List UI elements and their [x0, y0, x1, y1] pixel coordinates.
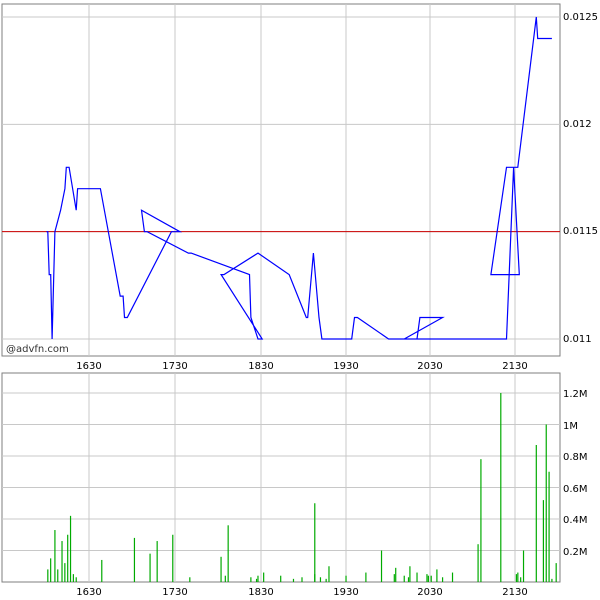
price-y-tick-label: 0.011 [563, 334, 592, 345]
volume-y-tick-label: 0.6M [563, 484, 588, 495]
chart-canvas: @advfn.com 0.0125 0.012 0.0115 0.011 163… [1, 3, 598, 598]
volume-y-tick-label: 1M [563, 421, 578, 432]
volume-x-tick-label: 1930 [333, 587, 358, 598]
volume-panel: 1.2M 1M 0.8M 0.6M 0.4M 0.2M 1630 1730 18… [1, 372, 588, 598]
volume-x-tick-label: 2030 [417, 587, 442, 598]
price-y-tick-label: 0.0125 [563, 12, 598, 23]
price-plot-frame [1, 3, 561, 357]
watermark-text: @advfn.com [6, 344, 69, 355]
price-y-tick-label: 0.0115 [563, 226, 598, 237]
volume-x-tick-label: 1730 [162, 587, 187, 598]
price-x-tick-label: 2030 [417, 361, 442, 372]
volume-y-tick-label: 1.2M [563, 389, 588, 400]
price-x-tick-label: 2130 [502, 361, 527, 372]
price-x-tick-label: 1830 [248, 361, 273, 372]
volume-y-tick-label: 0.2M [563, 547, 588, 558]
volume-x-tick-label: 1630 [76, 587, 101, 598]
volume-y-tick-label: 0.8M [563, 452, 588, 463]
volume-x-tick-label: 2130 [502, 587, 527, 598]
price-x-tick-label: 1630 [76, 361, 101, 372]
price-panel: @advfn.com 0.0125 0.012 0.0115 0.011 163… [1, 3, 598, 372]
volume-y-tick-label: 0.4M [563, 515, 588, 526]
price-y-tick-label: 0.012 [563, 119, 592, 130]
price-x-tick-label: 1930 [333, 361, 358, 372]
price-x-tick-label: 1730 [162, 361, 187, 372]
volume-x-tick-label: 1830 [248, 587, 273, 598]
